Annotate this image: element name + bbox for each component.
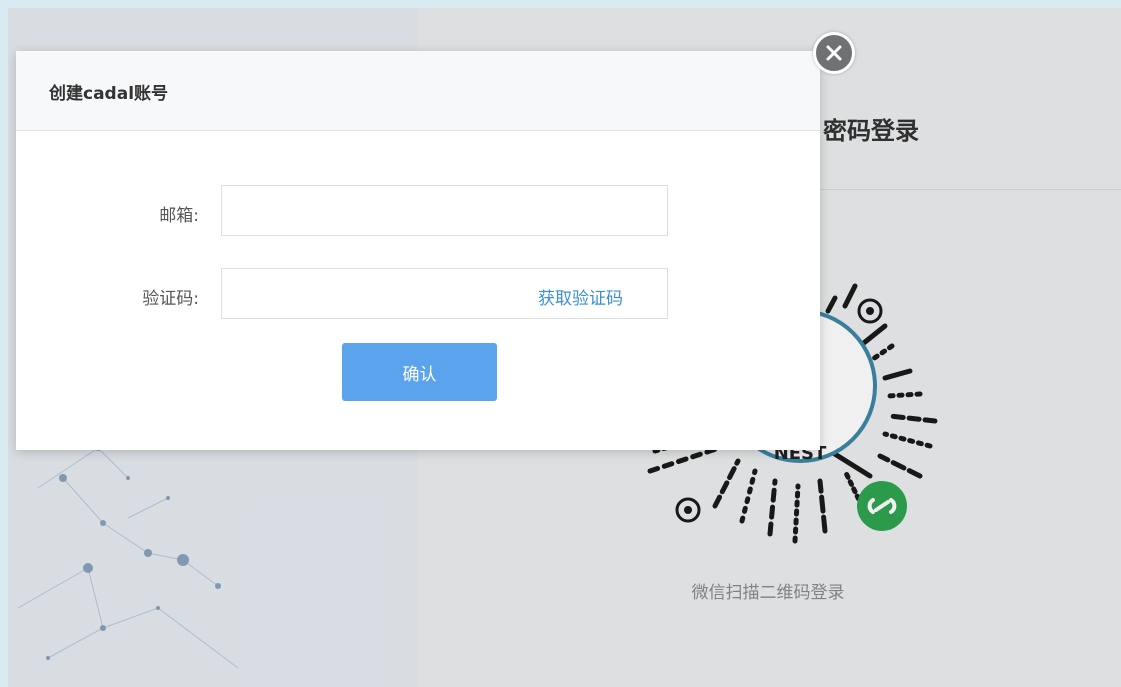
email-field[interactable]: [221, 185, 668, 236]
close-dialog-button[interactable]: [813, 32, 855, 74]
create-account-dialog: 创建cadal账号 邮箱: 验证码: 获取验证码 确认: [16, 51, 820, 450]
background-page: 密码登录 NEST 微信扫描二维码登录 创建cadal账号 邮箱: 验证码: 获…: [8, 8, 1121, 687]
confirm-button[interactable]: 确认: [342, 343, 497, 401]
dialog-title: 创建cadal账号: [49, 84, 169, 104]
close-icon: [826, 45, 842, 61]
verification-code-label: 验证码:: [142, 289, 199, 309]
email-label: 邮箱:: [159, 206, 199, 226]
dialog-header: 创建cadal账号: [16, 51, 820, 131]
get-verification-code-link[interactable]: 获取验证码: [538, 284, 623, 309]
